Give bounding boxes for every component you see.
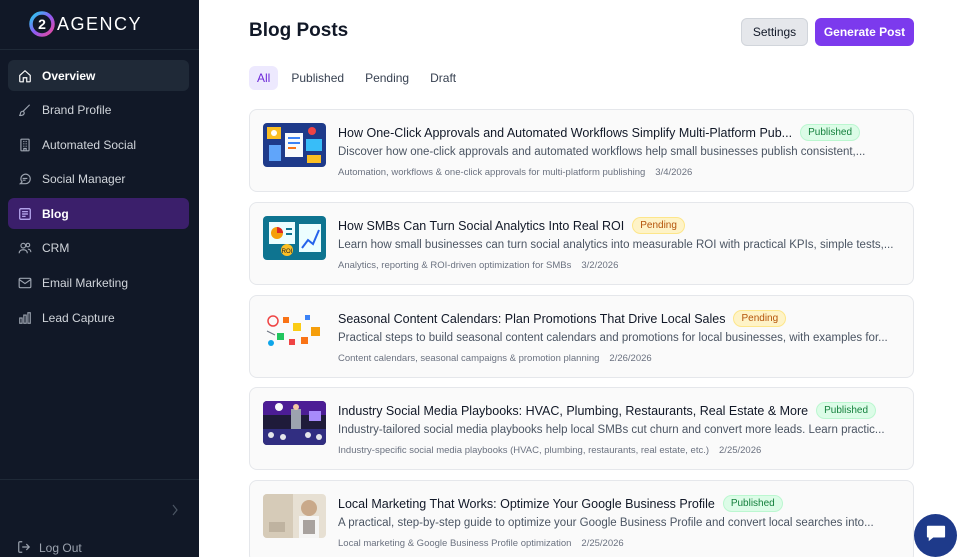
sidebar-item-label: Email Marketing: [42, 276, 129, 291]
sidebar-item-label: CRM: [42, 241, 70, 256]
tab-pending[interactable]: Pending: [357, 66, 417, 90]
post-date: 3/2/2026: [581, 260, 619, 271]
sidebar-item-email-marketing[interactable]: Email Marketing: [8, 268, 189, 299]
post-date: 2/25/2026: [581, 538, 624, 549]
sidebar: 2 AGENCY Overview Brand Profile Automate…: [0, 0, 199, 557]
post-category: Content calendars, seasonal campaigns & …: [338, 353, 600, 364]
message-icon: [17, 171, 33, 187]
post-card[interactable]: Local Marketing That Works: Optimize You…: [249, 480, 914, 557]
status-badge: Published: [722, 495, 783, 512]
filter-tabs: All Published Pending Draft: [249, 66, 469, 90]
post-meta: Local marketing & Google Business Profil…: [338, 538, 624, 549]
post-date: 3/4/2026: [655, 167, 693, 178]
post-date: 2/26/2026: [609, 353, 652, 364]
post-description: A practical, step-by-step guide to optim…: [338, 517, 874, 529]
post-category: Local marketing & Google Business Profil…: [338, 538, 572, 549]
sidebar-item-crm[interactable]: CRM: [8, 233, 189, 264]
logout-icon: [17, 540, 33, 556]
sidebar-item-label: Automated Social: [42, 137, 137, 152]
tab-all[interactable]: All: [249, 66, 279, 90]
home-icon: [17, 68, 33, 84]
post-card[interactable]: Industry Social Media Playbooks: HVAC, P…: [249, 387, 914, 470]
collapse-sidebar-icon[interactable]: [170, 503, 180, 517]
logout-button[interactable]: Log Out: [17, 540, 82, 556]
tab-draft[interactable]: Draft: [422, 66, 464, 90]
sidebar-divider: [0, 49, 199, 50]
post-meta: Content calendars, seasonal campaigns & …: [338, 353, 652, 364]
svg-text:2: 2: [38, 16, 46, 32]
post-thumbnail: [263, 401, 326, 445]
blog-icon: [17, 206, 33, 222]
post-title[interactable]: Industry Social Media Playbooks: HVAC, P…: [338, 404, 808, 418]
post-description: Industry-tailored social media playbooks…: [338, 424, 885, 436]
settings-button[interactable]: Settings: [741, 18, 808, 46]
status-badge: Pending: [632, 217, 685, 234]
post-title[interactable]: How One-Click Approvals and Automated Wo…: [338, 126, 792, 140]
post-category: Automation, workflows & one-click approv…: [338, 167, 646, 178]
status-badge: Published: [816, 402, 877, 419]
sidebar-nav: Overview Brand Profile Automated Social …: [8, 60, 189, 337]
post-meta: Analytics, reporting & ROI-driven optimi…: [338, 260, 618, 271]
bar-chart-icon: [17, 310, 33, 326]
brand-name: AGENCY: [57, 13, 143, 34]
chat-icon: [925, 523, 947, 548]
post-thumbnail: [263, 494, 326, 538]
sidebar-item-label: Lead Capture: [42, 310, 115, 325]
status-badge: Pending: [733, 310, 787, 327]
users-icon: [17, 240, 33, 256]
post-card[interactable]: Seasonal Content Calendars: Plan Promoti…: [249, 295, 914, 378]
post-title[interactable]: Local Marketing That Works: Optimize You…: [338, 497, 715, 511]
post-thumbnail: [263, 123, 326, 167]
tab-published[interactable]: Published: [283, 66, 352, 90]
mail-icon: [17, 275, 33, 291]
sidebar-item-automated-social[interactable]: Automated Social: [8, 129, 189, 160]
chat-button[interactable]: [914, 514, 957, 557]
sidebar-bottom-divider: [0, 479, 199, 480]
post-card[interactable]: How One-Click Approvals and Automated Wo…: [249, 109, 914, 192]
sidebar-item-label: Brand Profile: [42, 103, 112, 118]
post-meta: Industry-specific social media playbooks…: [338, 445, 761, 456]
sidebar-item-lead-capture[interactable]: Lead Capture: [8, 302, 189, 333]
building-icon: [17, 137, 33, 153]
post-category: Industry-specific social media playbooks…: [338, 445, 710, 456]
brush-icon: [17, 102, 33, 118]
generate-post-button[interactable]: Generate Post: [815, 18, 914, 46]
sidebar-item-social-manager[interactable]: Social Manager: [8, 164, 189, 195]
sidebar-item-brand-profile[interactable]: Brand Profile: [8, 95, 189, 126]
post-card[interactable]: ROI How SMBs Can Turn Social Analytics I…: [249, 202, 914, 285]
post-description: Discover how one-click approvals and aut…: [338, 146, 866, 158]
post-description: Learn how small businesses can turn soci…: [338, 239, 894, 251]
brand-logo[interactable]: 2 AGENCY: [29, 11, 142, 37]
svg-text:ROI: ROI: [282, 249, 293, 255]
post-description: Practical steps to build seasonal conten…: [338, 332, 888, 344]
post-thumbnail: [263, 309, 326, 353]
post-meta: Automation, workflows & one-click approv…: [338, 167, 692, 178]
sidebar-item-label: Overview: [42, 68, 96, 83]
post-title[interactable]: How SMBs Can Turn Social Analytics Into …: [338, 219, 624, 233]
sidebar-item-label: Social Manager: [42, 172, 126, 187]
post-title[interactable]: Seasonal Content Calendars: Plan Promoti…: [338, 312, 725, 326]
sidebar-item-label: Blog: [42, 206, 69, 221]
page-title: Blog Posts: [249, 20, 349, 41]
sidebar-item-overview[interactable]: Overview: [8, 60, 189, 91]
sidebar-item-blog[interactable]: Blog: [8, 198, 189, 230]
logo-mark-icon: 2: [29, 11, 55, 37]
main-content: Blog Posts Settings Generate Post All Pu…: [199, 0, 962, 557]
post-date: 2/25/2026: [719, 445, 762, 456]
logout-label: Log Out: [39, 541, 82, 555]
post-thumbnail: ROI: [263, 216, 326, 260]
post-category: Analytics, reporting & ROI-driven optimi…: [338, 260, 572, 271]
status-badge: Published: [800, 124, 861, 141]
